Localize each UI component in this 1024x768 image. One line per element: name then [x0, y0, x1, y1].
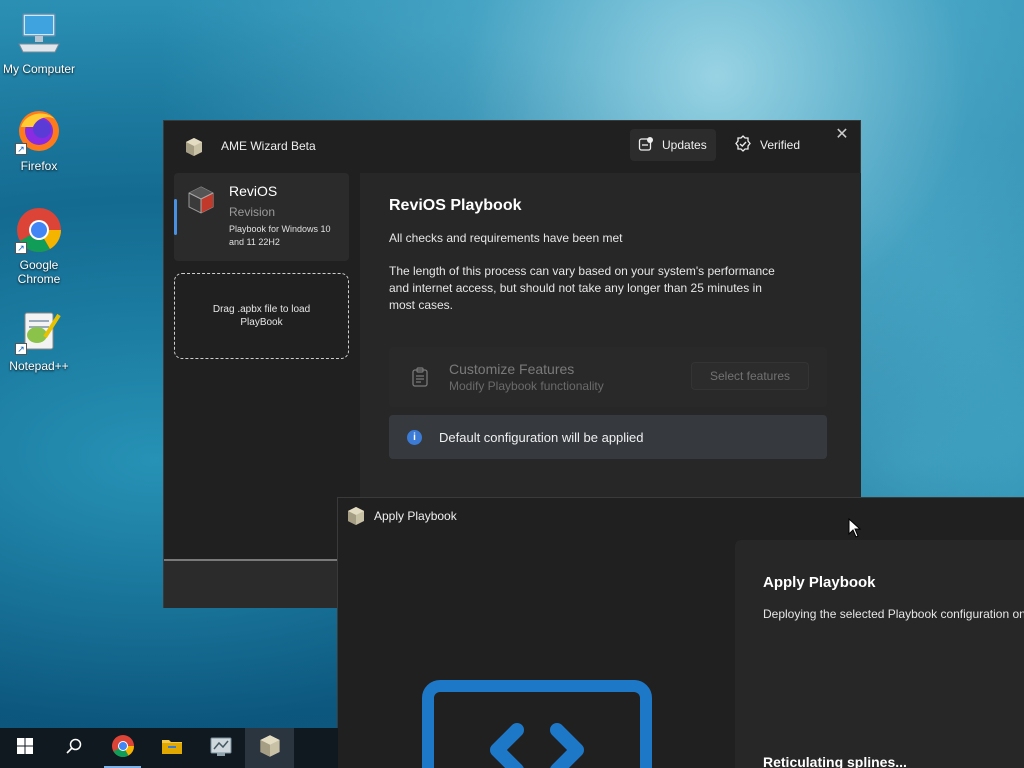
apply-status-text: Reticulating splines... — [763, 754, 907, 768]
title-bar[interactable]: AME Wizard Beta Updates Verified ✕ — [164, 121, 860, 173]
code-brackets-icon — [422, 680, 652, 768]
info-icon: i — [407, 430, 422, 445]
apply-description: Deploying the selected Playbook configur… — [763, 607, 1024, 621]
updates-icon — [638, 136, 654, 155]
windows-start-icon — [16, 737, 33, 759]
desktop-icon-notepadpp[interactable]: ↗ Notepad++ — [1, 307, 77, 373]
updates-label: Updates — [662, 138, 707, 152]
selection-indicator — [174, 199, 177, 235]
shortcut-arrow-icon: ↗ — [15, 143, 27, 155]
duration-note: The length of this process can vary base… — [389, 264, 775, 312]
ame-cube-icon — [346, 506, 366, 526]
playbook-name: ReviOS — [229, 183, 278, 199]
playbook-cube-icon — [186, 185, 216, 215]
desktop-icon-label: My Computer — [2, 62, 76, 76]
window-title: Apply Playbook — [374, 509, 457, 523]
mouse-cursor-icon — [848, 517, 862, 538]
taskbar-search-button[interactable] — [49, 728, 98, 768]
playbook-description: Playbook for Windows 10 and 11 22H2 — [229, 224, 331, 247]
taskbar-app-button[interactable] — [196, 728, 245, 768]
ame-cube-icon — [258, 734, 282, 763]
computer-icon — [15, 10, 63, 58]
apply-info-panel: Apply Playbook Deploying the selected Pl… — [735, 540, 1024, 768]
verified-button[interactable]: Verified — [726, 129, 802, 161]
taskbar-chrome-button[interactable] — [98, 728, 147, 768]
apply-playbook-window: Apply Playbook Apply Playbook Deploying … — [337, 497, 1024, 768]
desktop-icon-label: Firefox — [20, 159, 58, 173]
revision-label: Revision — [229, 205, 276, 219]
chrome-icon — [111, 734, 135, 763]
desktop-icon-chrome[interactable]: ↗ Google Chrome — [1, 206, 77, 286]
drop-zone-text: Drag .apbx file to load PlayBook — [212, 304, 311, 328]
checks-status-text: All checks and requirements have been me… — [389, 231, 623, 245]
customize-features-title: Customize Features — [449, 361, 575, 377]
firefox-icon: ↗ — [15, 107, 63, 155]
verified-label: Verified — [760, 138, 801, 152]
page-title: ReviOS Playbook — [389, 197, 522, 214]
desktop-icon-my-computer[interactable]: My Computer — [1, 10, 77, 76]
updates-button[interactable]: Updates — [630, 129, 716, 161]
window-title: AME Wizard Beta — [221, 139, 316, 153]
notepadpp-icon: ↗ — [15, 307, 63, 355]
search-icon — [65, 738, 82, 759]
taskbar — [0, 728, 338, 768]
app-icon — [209, 735, 233, 762]
start-button[interactable] — [0, 728, 49, 768]
taskbar-ame-wizard-button[interactable] — [245, 728, 294, 768]
chrome-icon: ↗ — [15, 206, 63, 254]
shortcut-arrow-icon: ↗ — [15, 242, 27, 254]
sidebar-item-revios[interactable]: ReviOS Revision Playbook for Windows 10 … — [174, 173, 349, 261]
ame-cube-icon — [184, 137, 204, 157]
customize-features-card: Customize Features Modify Playbook funct… — [389, 347, 827, 407]
desktop-icon-firefox[interactable]: ↗ Firefox — [1, 107, 77, 173]
verified-badge-icon — [734, 134, 752, 156]
select-features-button[interactable]: Select features — [691, 362, 809, 390]
desktop-icon-label: Notepad++ — [9, 359, 69, 373]
customize-features-subtitle: Modify Playbook functionality — [449, 379, 604, 393]
apbx-drop-zone[interactable]: Drag .apbx file to load PlayBook — [174, 273, 349, 359]
info-text: Default configuration will be applied — [439, 430, 644, 445]
info-bar: i Default configuration will be applied — [389, 415, 827, 459]
shortcut-arrow-icon: ↗ — [15, 343, 27, 355]
close-icon[interactable]: ✕ — [834, 127, 850, 143]
apply-heading: Apply Playbook — [763, 574, 876, 591]
taskbar-file-explorer-button[interactable] — [147, 728, 196, 768]
clipboard-icon — [411, 367, 429, 387]
desktop-icon-label: Google Chrome — [17, 258, 61, 286]
folder-icon — [161, 736, 183, 761]
